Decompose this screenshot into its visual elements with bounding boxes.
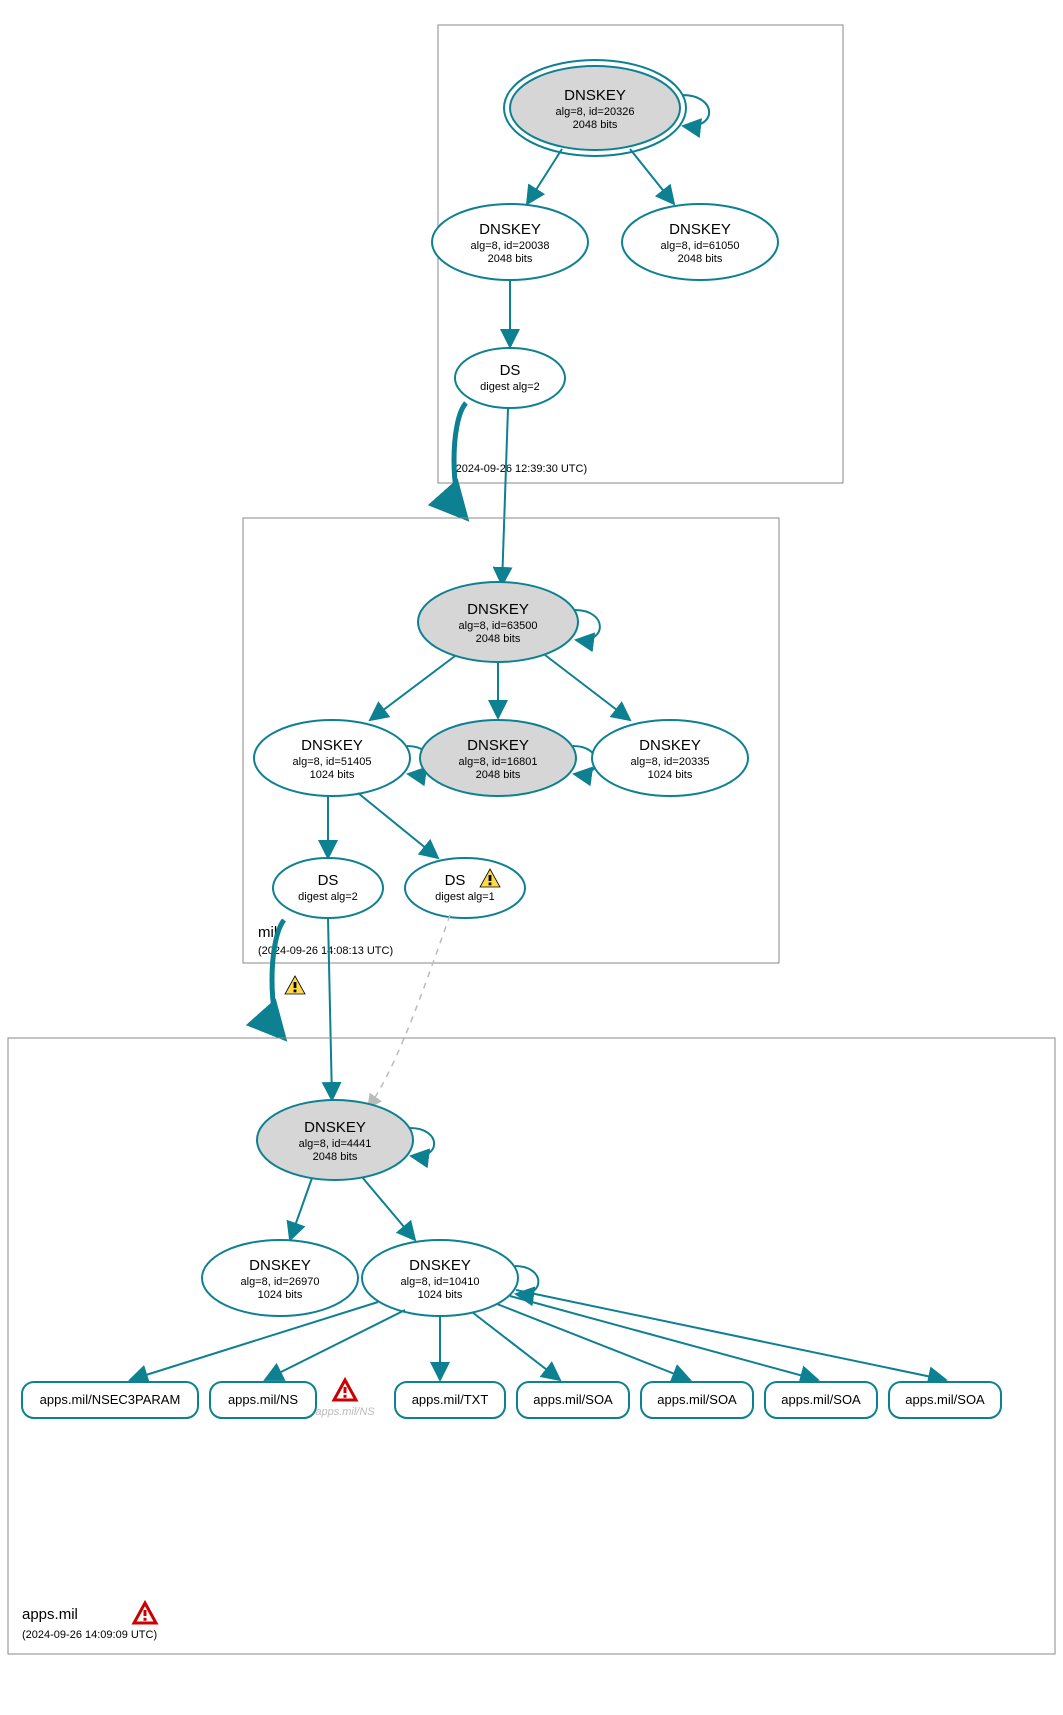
zone-apps-ts: (2024-09-26 14:09:09 UTC) bbox=[22, 1629, 157, 1641]
svg-text:apps.mil/TXT: apps.mil/TXT bbox=[412, 1392, 489, 1407]
svg-text:alg=8, id=20038: alg=8, id=20038 bbox=[471, 240, 550, 252]
edge bbox=[497, 1304, 690, 1380]
svg-text:digest alg=2: digest alg=2 bbox=[480, 381, 540, 393]
zone-apps-label: apps.mil bbox=[22, 1606, 78, 1623]
svg-text:alg=8, id=20326: alg=8, id=20326 bbox=[556, 106, 635, 118]
edge bbox=[502, 408, 508, 585]
edge bbox=[516, 1290, 946, 1380]
zone-apps bbox=[8, 1038, 1055, 1654]
svg-text:2048 bits: 2048 bits bbox=[313, 1151, 358, 1163]
svg-text:alg=8, id=4441: alg=8, id=4441 bbox=[299, 1138, 372, 1150]
svg-text:1024 bits: 1024 bits bbox=[258, 1289, 303, 1301]
svg-text:DNSKEY: DNSKEY bbox=[409, 1257, 471, 1274]
svg-text:alg=8, id=20335: alg=8, id=20335 bbox=[631, 756, 710, 768]
edge bbox=[362, 1177, 415, 1240]
svg-text:2048 bits: 2048 bits bbox=[488, 253, 533, 265]
svg-text:apps.mil/NS: apps.mil/NS bbox=[228, 1392, 298, 1407]
svg-text:DS: DS bbox=[318, 872, 339, 889]
svg-text:alg=8, id=26970: alg=8, id=26970 bbox=[241, 1276, 320, 1288]
edge bbox=[370, 656, 455, 720]
svg-text:alg=8, id=61050: alg=8, id=61050 bbox=[661, 240, 740, 252]
edge bbox=[358, 793, 438, 858]
svg-text:DNSKEY: DNSKEY bbox=[301, 737, 363, 754]
svg-text:apps.mil/SOA: apps.mil/SOA bbox=[657, 1392, 737, 1407]
svg-text:DNSKEY: DNSKEY bbox=[479, 221, 541, 238]
error-icon bbox=[134, 1603, 156, 1623]
svg-text:1024 bits: 1024 bits bbox=[648, 769, 693, 781]
edge bbox=[290, 1178, 312, 1240]
svg-text:DNSKEY: DNSKEY bbox=[564, 87, 626, 104]
svg-text:alg=8, id=10410: alg=8, id=10410 bbox=[401, 1276, 480, 1288]
edge bbox=[527, 149, 562, 204]
svg-text:apps.mil/NSEC3PARAM: apps.mil/NSEC3PARAM bbox=[40, 1392, 181, 1407]
rec-ns-ghost: apps.mil/NS bbox=[315, 1406, 375, 1418]
svg-text:1024 bits: 1024 bits bbox=[418, 1289, 463, 1301]
svg-text:2048 bits: 2048 bits bbox=[678, 253, 723, 265]
svg-text:DNSKEY: DNSKEY bbox=[467, 737, 529, 754]
zone-mil-ts: (2024-09-26 14:08:13 UTC) bbox=[258, 945, 393, 957]
svg-text:alg=8, id=63500: alg=8, id=63500 bbox=[459, 620, 538, 632]
svg-text:DS: DS bbox=[445, 872, 466, 889]
edge bbox=[510, 1296, 818, 1380]
svg-text:2048 bits: 2048 bits bbox=[476, 769, 521, 781]
svg-text:DS: DS bbox=[500, 362, 521, 379]
svg-text:1024 bits: 1024 bits bbox=[310, 769, 355, 781]
edge bbox=[630, 149, 674, 204]
zone-root-ts: (2024-09-26 12:39:30 UTC) bbox=[452, 463, 587, 475]
edge bbox=[545, 655, 630, 720]
error-icon bbox=[334, 1380, 356, 1400]
svg-text:DNSKEY: DNSKEY bbox=[467, 601, 529, 618]
edge bbox=[265, 1310, 405, 1380]
svg-text:alg=8, id=16801: alg=8, id=16801 bbox=[459, 756, 538, 768]
svg-text:digest alg=1: digest alg=1 bbox=[435, 891, 495, 903]
svg-text:DNSKEY: DNSKEY bbox=[639, 737, 701, 754]
svg-text:2048 bits: 2048 bits bbox=[476, 633, 521, 645]
svg-text:apps.mil/SOA: apps.mil/SOA bbox=[533, 1392, 613, 1407]
dnssec-graph: . (2024-09-26 12:39:30 UTC) DNSKEY alg=8… bbox=[0, 0, 1063, 1715]
edge bbox=[472, 1312, 560, 1380]
svg-text:digest alg=2: digest alg=2 bbox=[298, 891, 358, 903]
svg-text:DNSKEY: DNSKEY bbox=[304, 1119, 366, 1136]
delegation-root-mil bbox=[454, 403, 466, 518]
svg-text:DNSKEY: DNSKEY bbox=[249, 1257, 311, 1274]
svg-text:DNSKEY: DNSKEY bbox=[669, 221, 731, 238]
svg-text:2048 bits: 2048 bits bbox=[573, 119, 618, 131]
svg-text:apps.mil/SOA: apps.mil/SOA bbox=[905, 1392, 985, 1407]
edge-dashed bbox=[368, 915, 450, 1108]
svg-text:apps.mil/SOA: apps.mil/SOA bbox=[781, 1392, 861, 1407]
warning-icon bbox=[285, 976, 305, 994]
svg-text:alg=8, id=51405: alg=8, id=51405 bbox=[293, 756, 372, 768]
